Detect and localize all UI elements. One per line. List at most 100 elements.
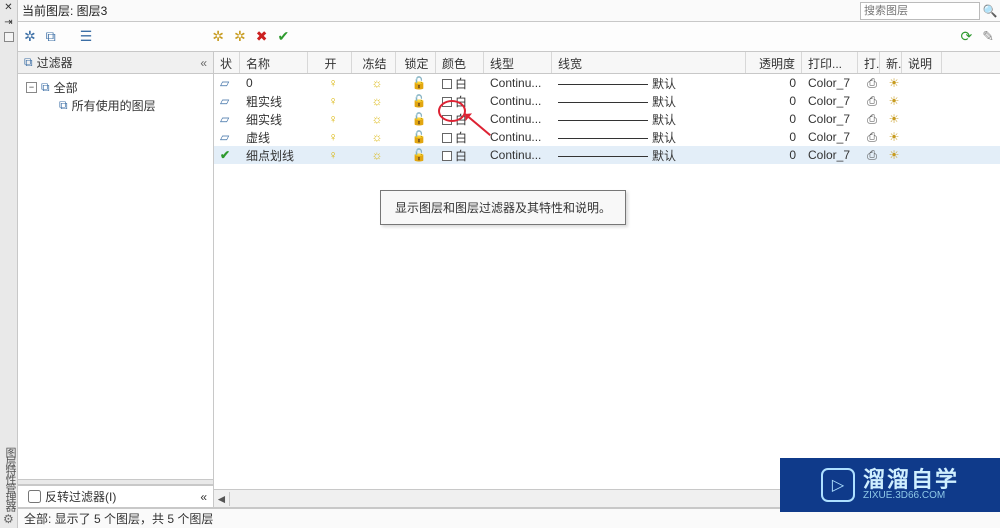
filter-pane: ⧉ 过滤器 « −⧉全部⧉所有使用的图层 反转过滤器(I) « [18,52,214,507]
gear-icon[interactable]: ⚙ [3,512,14,526]
sun-icon[interactable]: ☼ [372,130,383,144]
cell-pstyle[interactable]: Color_7 [802,148,858,162]
bulb-icon[interactable]: ♀ [329,112,338,126]
new-layer-icon[interactable]: ✲ [212,28,224,45]
filter-tree-node[interactable]: ⧉所有使用的图层 [18,96,213,114]
cell-name[interactable]: 细点划线 [240,147,308,164]
lock-open-icon[interactable]: 🔓 [412,76,427,90]
cell-lweight[interactable]: 默认 [552,129,746,146]
cell-ltype[interactable]: Continu... [484,130,552,144]
cell-lweight[interactable]: 默认 [552,147,746,164]
col-trans[interactable]: 透明度 [746,52,802,73]
refresh-icon[interactable]: ⟳ [961,28,973,45]
cell-pstyle[interactable]: Color_7 [802,94,858,108]
bulb-icon[interactable]: ♀ [329,130,338,144]
col-new[interactable]: 新. [880,52,902,73]
new-vp-freeze-icon[interactable]: ☀ [889,76,900,90]
cell-name[interactable]: 细实线 [240,111,308,128]
cell-pstyle[interactable]: Color_7 [802,112,858,126]
col-ltype[interactable]: 线型 [484,52,552,73]
settings-icon[interactable]: ✎ [982,28,994,45]
cell-name[interactable]: 0 [240,76,308,90]
cell-ltype[interactable]: Continu... [484,76,552,90]
delete-layer-icon[interactable]: ✖ [256,28,268,45]
watermark-logo-icon: ▷ [821,468,855,502]
printer-icon[interactable]: ⎙ [867,94,877,108]
cell-trans[interactable]: 0 [746,148,802,162]
col-status[interactable]: 状 [214,52,240,73]
cell-name[interactable]: 粗实线 [240,93,308,110]
col-on[interactable]: 开 [308,52,352,73]
col-plot[interactable]: 打. [858,52,880,73]
layer-states-icon[interactable]: ☰ [80,28,93,45]
col-desc[interactable]: 说明 [902,52,942,73]
new-property-filter-icon[interactable]: ✲ [24,28,36,45]
current-layer-icon: ✔ [220,148,230,162]
layers-icon: ⧉ [59,98,68,113]
collapse-invert-icon[interactable]: « [200,490,207,504]
new-group-filter-icon[interactable]: ⧉ [46,28,56,45]
bulb-icon[interactable]: ♀ [329,76,338,90]
sun-icon[interactable]: ☼ [372,94,383,108]
printer-icon[interactable]: ⎙ [867,112,877,126]
cell-pstyle[interactable]: Color_7 [802,76,858,90]
cell-color[interactable]: 白 [436,93,484,110]
cell-name[interactable]: 虚线 [240,129,308,146]
cell-ltype[interactable]: Continu... [484,148,552,162]
bulb-icon[interactable]: ♀ [329,148,338,162]
cell-ltype[interactable]: Continu... [484,112,552,126]
lock-open-icon[interactable]: 🔓 [412,130,427,144]
tree-toggle-icon[interactable]: − [26,82,37,93]
pin-icon[interactable]: ⇥ [0,17,17,28]
new-layer-frozen-icon[interactable]: ✲ [234,28,246,45]
new-vp-freeze-icon[interactable]: ☀ [889,94,900,108]
lock-open-icon[interactable]: 🔓 [412,94,427,108]
filter-tree[interactable]: −⧉全部⧉所有使用的图层 [18,74,213,479]
search-icon[interactable]: 🔍 [980,4,1000,18]
cell-color[interactable]: 白 [436,75,484,92]
set-current-icon[interactable]: ✔ [278,28,290,45]
close-icon[interactable]: ✕ [0,2,17,13]
printer-icon[interactable]: ⎙ [867,76,877,90]
filter-tree-node[interactable]: −⧉全部 [18,78,213,96]
scroll-left-icon[interactable]: ◄ [214,492,230,506]
cell-lweight[interactable]: 默认 [552,75,746,92]
table-row[interactable]: ✔ 细点划线 ♀ ☼ 🔓 白Continu...默认0Color_7 ⎙ ☀ [214,146,1000,164]
sun-icon[interactable]: ☼ [372,112,383,126]
col-pstyle[interactable]: 打印... [802,52,858,73]
cell-trans[interactable]: 0 [746,130,802,144]
cell-lweight[interactable]: 默认 [552,93,746,110]
bulb-icon[interactable]: ♀ [329,94,338,108]
cell-trans[interactable]: 0 [746,112,802,126]
new-vp-freeze-icon[interactable]: ☀ [889,130,900,144]
layer-icon: ▱ [220,130,229,144]
col-name[interactable]: 名称 [240,52,308,73]
cell-color[interactable]: 白 [436,147,484,164]
collapse-filter-icon[interactable]: « [200,56,207,70]
search-input[interactable] [860,2,980,20]
cell-trans[interactable]: 0 [746,94,802,108]
new-vp-freeze-icon[interactable]: ☀ [889,148,900,162]
printer-icon[interactable]: ⎙ [867,130,877,144]
cell-color[interactable]: 白 [436,129,484,146]
lock-open-icon[interactable]: 🔓 [412,148,427,162]
table-row[interactable]: ▱粗实线♀☼🔓白Continu...默认0Color_7⎙☀ [214,92,1000,110]
new-vp-freeze-icon[interactable]: ☀ [889,112,900,126]
cell-trans[interactable]: 0 [746,76,802,90]
toggle-icon[interactable] [4,32,14,42]
sun-icon[interactable]: ☼ [372,76,383,90]
lock-open-icon[interactable]: 🔓 [412,112,427,126]
table-row[interactable]: ▱ 虚线 ♀ ☼ 🔓 白Continu...默认0Color_7 ⎙ ☀ [214,128,1000,146]
invert-filter-checkbox[interactable] [28,490,41,503]
cell-lweight[interactable]: 默认 [552,111,746,128]
sun-icon[interactable]: ☼ [372,148,383,162]
table-row[interactable]: ▱0♀☼🔓白Continu...默认0Color_7⎙☀ [214,74,1000,92]
table-row[interactable]: ▱细实线♀☼🔓白Continu...默认0Color_7⎙☀ [214,110,1000,128]
cell-pstyle[interactable]: Color_7 [802,130,858,144]
col-lock[interactable]: 锁定 [396,52,436,73]
col-lweight[interactable]: 线宽 [552,52,746,73]
printer-icon[interactable]: ⎙ [867,148,877,162]
col-color[interactable]: 颜色 [436,52,484,73]
cell-ltype[interactable]: Continu... [484,94,552,108]
col-freeze[interactable]: 冻结 [352,52,396,73]
